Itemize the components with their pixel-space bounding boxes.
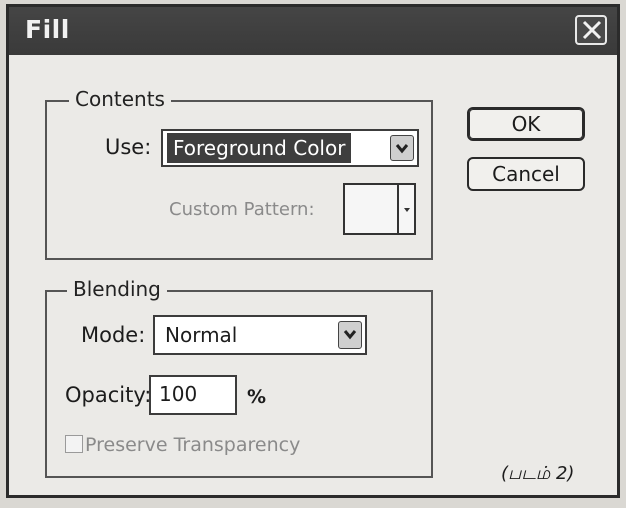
title-bar: Fill: [9, 7, 617, 55]
custom-pattern-label: Custom Pattern:: [169, 199, 315, 220]
fill-dialog: Fill Contents Use: Foreground Color Cust…: [6, 4, 620, 498]
contents-group-legend: Contents: [69, 87, 171, 111]
chevron-down-icon: [395, 144, 409, 154]
use-label: Use:: [105, 135, 152, 159]
use-select-arrow[interactable]: [390, 135, 414, 161]
chevron-down-icon: [343, 330, 357, 340]
opacity-label: Opacity:: [65, 383, 152, 407]
opacity-unit: %: [247, 386, 267, 408]
preserve-transparency-checkbox[interactable]: [65, 435, 83, 453]
ok-button[interactable]: OK: [467, 107, 585, 141]
custom-pattern-swatch[interactable]: [343, 183, 399, 235]
preserve-transparency-label: Preserve Transparency: [85, 434, 301, 456]
contents-group: [45, 100, 433, 260]
blending-group-legend: Blending: [67, 277, 167, 301]
figure-caption: (படம் 2): [501, 463, 575, 484]
close-button[interactable]: [575, 15, 607, 45]
use-select[interactable]: Foreground Color: [161, 129, 419, 167]
mode-label: Mode:: [81, 323, 146, 347]
opacity-input[interactable]: 100: [149, 375, 237, 415]
mode-select[interactable]: Normal: [153, 315, 367, 355]
custom-pattern-arrow[interactable]: [398, 183, 416, 235]
window-title: Fill: [25, 15, 70, 44]
close-icon: [582, 20, 602, 40]
mode-select-arrow[interactable]: [338, 321, 362, 349]
page: Fill Contents Use: Foreground Color Cust…: [0, 0, 626, 508]
use-select-value: Foreground Color: [167, 133, 352, 163]
cancel-button[interactable]: Cancel: [467, 157, 585, 191]
mode-select-value: Normal: [165, 323, 238, 347]
chevron-down-icon: [404, 208, 410, 212]
